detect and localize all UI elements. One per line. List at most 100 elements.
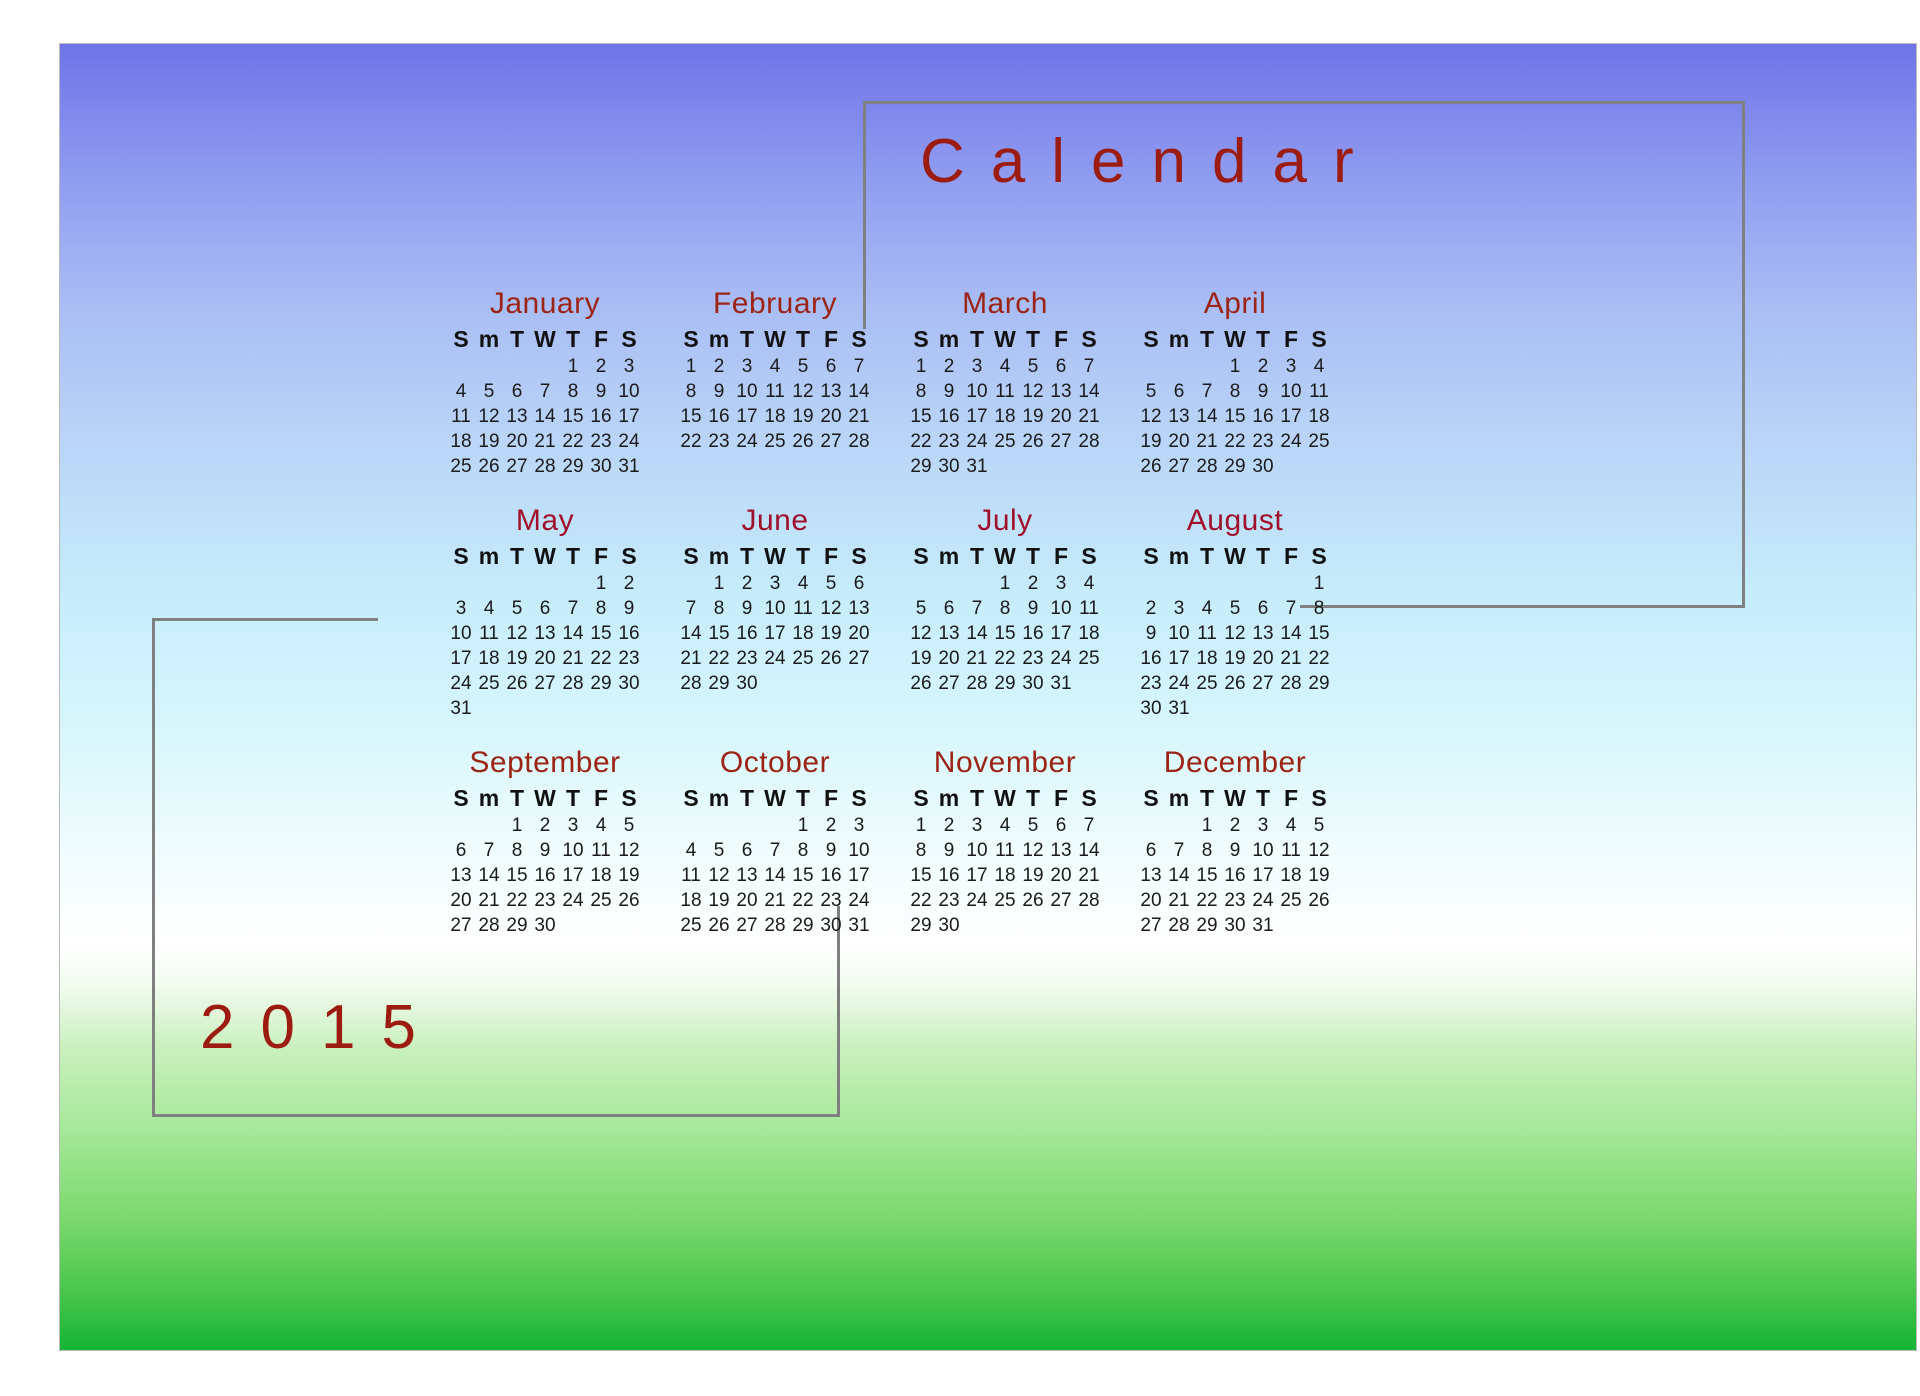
date-cell[interactable]: 14 xyxy=(1077,838,1101,863)
date-cell[interactable]: 2 xyxy=(533,813,557,838)
date-cell[interactable]: 14 xyxy=(679,621,703,646)
date-cell[interactable]: 25 xyxy=(679,913,703,938)
date-cell[interactable]: 14 xyxy=(533,404,557,429)
date-cell[interactable]: 5 xyxy=(1307,813,1331,838)
date-cell[interactable]: 18 xyxy=(477,646,501,671)
date-cell[interactable]: 19 xyxy=(1021,863,1045,888)
date-cell[interactable]: 28 xyxy=(477,913,501,938)
date-cell[interactable]: 8 xyxy=(707,596,731,621)
date-cell[interactable]: 13 xyxy=(735,863,759,888)
date-cell[interactable]: 28 xyxy=(679,671,703,696)
date-cell[interactable]: 14 xyxy=(847,379,871,404)
date-cell[interactable]: 21 xyxy=(1077,404,1101,429)
date-cell[interactable]: 13 xyxy=(1251,621,1275,646)
date-cell[interactable]: 18 xyxy=(679,888,703,913)
date-cell[interactable]: 26 xyxy=(1021,888,1045,913)
date-cell[interactable]: 14 xyxy=(1167,863,1191,888)
date-cell[interactable]: 7 xyxy=(763,838,787,863)
date-cell[interactable]: 29 xyxy=(561,454,585,479)
date-cell[interactable]: 10 xyxy=(1167,621,1191,646)
date-cell[interactable]: 22 xyxy=(561,429,585,454)
date-cell[interactable]: 10 xyxy=(735,379,759,404)
date-cell[interactable]: 13 xyxy=(449,863,473,888)
date-cell[interactable]: 27 xyxy=(937,671,961,696)
date-cell[interactable]: 1 xyxy=(589,571,613,596)
date-cell[interactable]: 15 xyxy=(1223,404,1247,429)
date-cell[interactable]: 10 xyxy=(449,621,473,646)
date-cell[interactable]: 8 xyxy=(909,379,933,404)
date-cell[interactable]: 12 xyxy=(1223,621,1247,646)
date-cell[interactable]: 5 xyxy=(909,596,933,621)
date-cell[interactable]: 13 xyxy=(505,404,529,429)
date-cell[interactable]: 25 xyxy=(993,888,1017,913)
date-cell[interactable]: 2 xyxy=(735,571,759,596)
date-cell[interactable]: 11 xyxy=(993,379,1017,404)
date-cell[interactable]: 27 xyxy=(819,429,843,454)
date-cell[interactable]: 1 xyxy=(1195,813,1219,838)
date-cell[interactable]: 18 xyxy=(791,621,815,646)
date-cell[interactable]: 21 xyxy=(965,646,989,671)
date-cell[interactable]: 9 xyxy=(937,379,961,404)
date-cell[interactable]: 7 xyxy=(1077,813,1101,838)
date-cell[interactable]: 15 xyxy=(505,863,529,888)
date-cell[interactable]: 6 xyxy=(1049,813,1073,838)
date-cell[interactable]: 29 xyxy=(1195,913,1219,938)
date-cell[interactable]: 27 xyxy=(1251,671,1275,696)
date-cell[interactable]: 12 xyxy=(617,838,641,863)
date-cell[interactable]: 17 xyxy=(735,404,759,429)
date-cell[interactable]: 6 xyxy=(937,596,961,621)
date-cell[interactable]: 21 xyxy=(561,646,585,671)
date-cell[interactable]: 18 xyxy=(993,863,1017,888)
date-cell[interactable]: 30 xyxy=(1223,913,1247,938)
date-cell[interactable]: 28 xyxy=(1279,671,1303,696)
date-cell[interactable]: 16 xyxy=(1021,621,1045,646)
date-cell[interactable]: 12 xyxy=(477,404,501,429)
date-cell[interactable]: 22 xyxy=(909,888,933,913)
month-block-november[interactable]: November Sm T W T F S 1 2 3 4 5 6 7 8 9 10 11 12 13 14 15 16 17… xyxy=(890,745,1120,938)
date-cell[interactable]: 9 xyxy=(1251,379,1275,404)
date-cell[interactable]: 17 xyxy=(965,404,989,429)
date-cell[interactable]: 26 xyxy=(1307,888,1331,913)
date-cell[interactable]: 29 xyxy=(909,454,933,479)
date-cell[interactable]: 19 xyxy=(505,646,529,671)
date-cell[interactable]: 18 xyxy=(1195,646,1219,671)
date-cell[interactable]: 15 xyxy=(993,621,1017,646)
date-cell[interactable]: 23 xyxy=(707,429,731,454)
date-cell[interactable]: 29 xyxy=(505,913,529,938)
date-cell[interactable]: 16 xyxy=(819,863,843,888)
date-cell[interactable]: 17 xyxy=(847,863,871,888)
date-cell[interactable]: 23 xyxy=(735,646,759,671)
date-cell[interactable]: 5 xyxy=(707,838,731,863)
date-cell[interactable]: 24 xyxy=(965,888,989,913)
date-cell[interactable]: 3 xyxy=(1279,354,1303,379)
date-cell[interactable]: 30 xyxy=(533,913,557,938)
date-cell[interactable]: 12 xyxy=(505,621,529,646)
date-cell[interactable]: 12 xyxy=(819,596,843,621)
date-cell[interactable]: 2 xyxy=(937,813,961,838)
date-cell[interactable]: 23 xyxy=(1021,646,1045,671)
date-cell[interactable]: 10 xyxy=(1251,838,1275,863)
date-cell[interactable]: 26 xyxy=(819,646,843,671)
date-cell[interactable]: 23 xyxy=(533,888,557,913)
date-cell[interactable]: 23 xyxy=(1251,429,1275,454)
date-cell[interactable]: 2 xyxy=(819,813,843,838)
date-cell[interactable]: 3 xyxy=(965,813,989,838)
date-cell[interactable]: 6 xyxy=(735,838,759,863)
date-cell[interactable]: 24 xyxy=(1049,646,1073,671)
date-cell[interactable]: 13 xyxy=(819,379,843,404)
date-cell[interactable]: 14 xyxy=(1077,379,1101,404)
date-cell[interactable]: 1 xyxy=(993,571,1017,596)
date-cell[interactable]: 4 xyxy=(993,813,1017,838)
date-cell[interactable]: 21 xyxy=(533,429,557,454)
month-block-april[interactable]: April Sm T W T F S 1 2 3 4 5 6 7 8 9 10 11 12 13 14 15 16 17 18 1… xyxy=(1120,286,1350,479)
date-cell[interactable]: 11 xyxy=(1195,621,1219,646)
date-cell[interactable]: 24 xyxy=(561,888,585,913)
date-cell[interactable]: 7 xyxy=(477,838,501,863)
date-cell[interactable]: 16 xyxy=(937,863,961,888)
date-cell[interactable]: 12 xyxy=(1139,404,1163,429)
date-cell[interactable]: 26 xyxy=(909,671,933,696)
date-cell[interactable]: 1 xyxy=(561,354,585,379)
date-cell[interactable]: 13 xyxy=(1167,404,1191,429)
date-cell[interactable]: 25 xyxy=(477,671,501,696)
date-cell[interactable]: 7 xyxy=(965,596,989,621)
